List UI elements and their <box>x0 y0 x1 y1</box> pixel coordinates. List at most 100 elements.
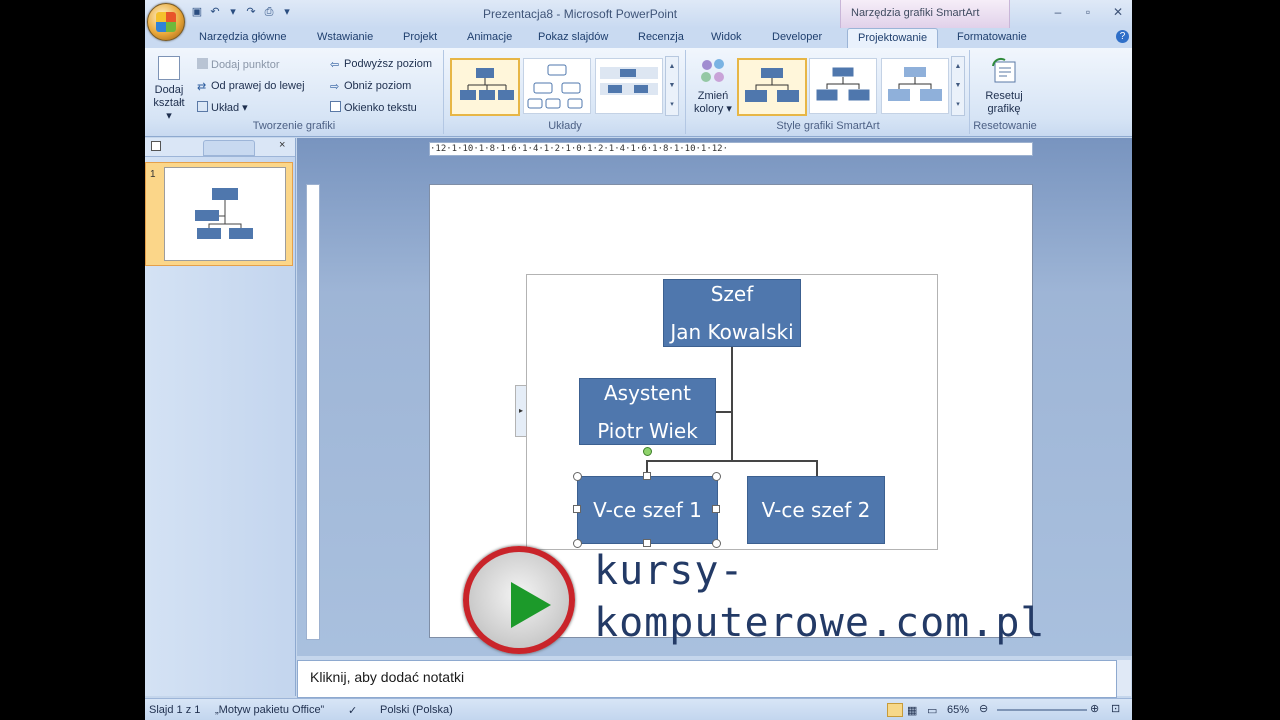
slide-sorter-icon[interactable]: ▦ <box>907 704 917 717</box>
status-bar: Slajd 1 z 1 „Motyw pakietu Office” ✓ Pol… <box>145 698 1132 720</box>
ribbon: Dodaj kształt ▾ Dodaj punktor ⇄ Od prawej… <box>145 48 1132 137</box>
vertical-ruler <box>306 184 320 640</box>
outline-tab-icon[interactable] <box>203 140 255 156</box>
zoom-level[interactable]: 65% <box>947 704 969 716</box>
language[interactable]: Polski (Polska) <box>380 704 453 716</box>
customize-qat-icon[interactable]: ▾ <box>280 5 294 19</box>
demote-button[interactable]: ⇨ Obniż poziom <box>330 80 411 93</box>
boss-title: Szef <box>710 282 754 306</box>
close-button[interactable]: ✕ <box>1105 3 1131 21</box>
tab-animations[interactable]: Animacje <box>467 31 512 43</box>
demote-arrow-icon: ⇨ <box>330 81 340 93</box>
add-bullet-icon <box>197 58 208 69</box>
resize-handle-w[interactable] <box>573 505 581 513</box>
fit-to-window-icon[interactable]: ⊡ <box>1111 702 1120 715</box>
org-layout-icon <box>197 101 208 112</box>
tab-format[interactable]: Formatowanie <box>957 31 1027 43</box>
layout-labeled-hierarchy[interactable] <box>595 58 663 114</box>
layouts-gallery-scroll[interactable]: ▲ ▼ ▾ <box>665 56 679 116</box>
smartart-box-vp2[interactable]: V-ce szef 2 <box>747 476 885 544</box>
create-graphic-group: Dodaj kształt ▾ Dodaj punktor ⇄ Od prawej… <box>145 50 444 134</box>
org-chart-layout-icon <box>460 68 514 100</box>
reset-group-label: Resetowanie <box>973 120 1037 132</box>
redo-icon[interactable]: ↷ <box>244 5 258 19</box>
tab-home[interactable]: Narzędzia główne <box>199 31 286 43</box>
restore-button[interactable]: ▫ <box>1075 3 1101 21</box>
layout-button[interactable]: Układ ▾ <box>197 101 248 114</box>
styles-gallery-scroll[interactable]: ▲ ▼ ▾ <box>951 56 965 116</box>
tab-slideshow[interactable]: Pokaz slajdów <box>538 31 608 43</box>
resize-handle-n[interactable] <box>643 472 651 480</box>
style-white-outline[interactable] <box>809 58 877 114</box>
swap-arrows-icon: ⇄ <box>197 81 207 93</box>
smartart-styles-group-label: Style grafiki SmartArt <box>776 120 880 132</box>
org-chart-thumbnail-icon <box>195 188 253 239</box>
quick-access-toolbar: ▣ ↶ ▾ ↷ ⎙ ▾ <box>190 5 294 19</box>
tab-insert[interactable]: Wstawianie <box>317 31 373 43</box>
assistant-name: Piotr Wiek <box>597 418 698 443</box>
spellcheck-icon[interactable]: ✓ <box>348 704 357 717</box>
undo-dropdown-icon[interactable]: ▾ <box>226 5 240 19</box>
slides-tab-icon[interactable] <box>151 141 161 151</box>
change-colors-button[interactable]: Zmień kolory ▾ <box>691 56 735 116</box>
reset-graphic-icon <box>992 57 1016 83</box>
layout-org-chart[interactable] <box>450 58 520 116</box>
normal-view-icon[interactable] <box>887 703 903 717</box>
resize-handle-sw[interactable] <box>573 539 582 548</box>
notes-scrollbar[interactable] <box>1117 660 1131 696</box>
notes-pane[interactable]: Kliknij, aby dodać notatki <box>297 660 1117 698</box>
zoom-slider[interactable] <box>997 709 1087 711</box>
layout-hierarchy[interactable] <box>523 58 591 114</box>
zoom-in-icon[interactable]: ⊕ <box>1090 702 1099 715</box>
add-shape-button[interactable]: Dodaj kształt ▾ <box>151 56 187 123</box>
watermark-line2: komputerowe.com.pl <box>594 600 1046 646</box>
promote-button[interactable]: ⇦ Podwyższ poziom <box>330 58 432 71</box>
undo-icon[interactable]: ↶ <box>208 5 222 19</box>
white-outline-style-icon <box>815 66 871 102</box>
resize-handle-ne[interactable] <box>712 472 721 481</box>
resize-handle-s[interactable] <box>643 539 651 547</box>
close-panel-icon[interactable]: × <box>279 139 285 151</box>
slideshow-view-icon[interactable]: ▭ <box>927 704 937 717</box>
resize-handle-e[interactable] <box>712 505 720 513</box>
help-icon[interactable]: ? <box>1116 30 1129 43</box>
tab-review[interactable]: Recenzja <box>638 31 684 43</box>
style-subtle-effect[interactable] <box>881 58 949 114</box>
play-icon <box>511 582 551 628</box>
smartart-box-vp1[interactable]: V-ce szef 1 <box>577 476 718 544</box>
assistant-title: Asystent <box>603 380 692 405</box>
slide-thumbnail-1[interactable]: 1 <box>145 162 293 266</box>
connector-vp2 <box>816 460 818 476</box>
resize-handle-se[interactable] <box>712 539 721 548</box>
tab-design[interactable]: Projekt <box>403 31 437 43</box>
color-palette-icon <box>701 59 724 82</box>
text-pane-toggle[interactable]: ▸ <box>515 385 527 437</box>
smartart-box-boss[interactable]: Szef Jan Kowalski <box>663 279 801 347</box>
slides-panel: × 1 <box>145 138 296 696</box>
smartart-tools-context: Narzędzia grafiki SmartArt <box>840 0 1010 28</box>
style-simple-fill[interactable] <box>737 58 807 116</box>
reset-group: Resetuj grafikę Resetowanie <box>971 50 1039 134</box>
office-button[interactable] <box>147 3 185 41</box>
zoom-out-icon[interactable]: ⊖ <box>979 702 988 715</box>
tab-developer[interactable]: Developer <box>772 31 822 43</box>
right-to-left-button[interactable]: ⇄ Od prawej do lewej <box>197 80 305 93</box>
subtle-effect-style-icon <box>888 67 942 101</box>
vp2-label: V-ce szef 2 <box>761 498 871 522</box>
notes-placeholder: Kliknij, aby dodać notatki <box>310 669 465 685</box>
minimize-button[interactable]: – <box>1045 3 1071 21</box>
labeled-hierarchy-layout-icon <box>600 67 658 95</box>
window-title: Prezentacja8 - Microsoft PowerPoint <box>483 7 678 21</box>
add-bullet-button[interactable]: Dodaj punktor <box>197 58 280 71</box>
reset-graphic-button[interactable]: Resetuj grafikę <box>977 56 1031 116</box>
resize-handle-nw[interactable] <box>573 472 582 481</box>
smartart-box-assistant[interactable]: Asystent Piotr Wiek <box>579 378 716 445</box>
hierarchy-layout-icon <box>527 64 583 109</box>
tab-view[interactable]: Widok <box>711 31 742 43</box>
rotate-handle[interactable] <box>643 447 652 456</box>
save-icon[interactable]: ▣ <box>190 5 204 19</box>
connector-boss-down <box>731 346 733 461</box>
text-pane-button[interactable]: Okienko tekstu <box>330 101 417 114</box>
print-preview-icon[interactable]: ⎙ <box>262 5 276 19</box>
simple-fill-style-icon <box>745 68 799 102</box>
